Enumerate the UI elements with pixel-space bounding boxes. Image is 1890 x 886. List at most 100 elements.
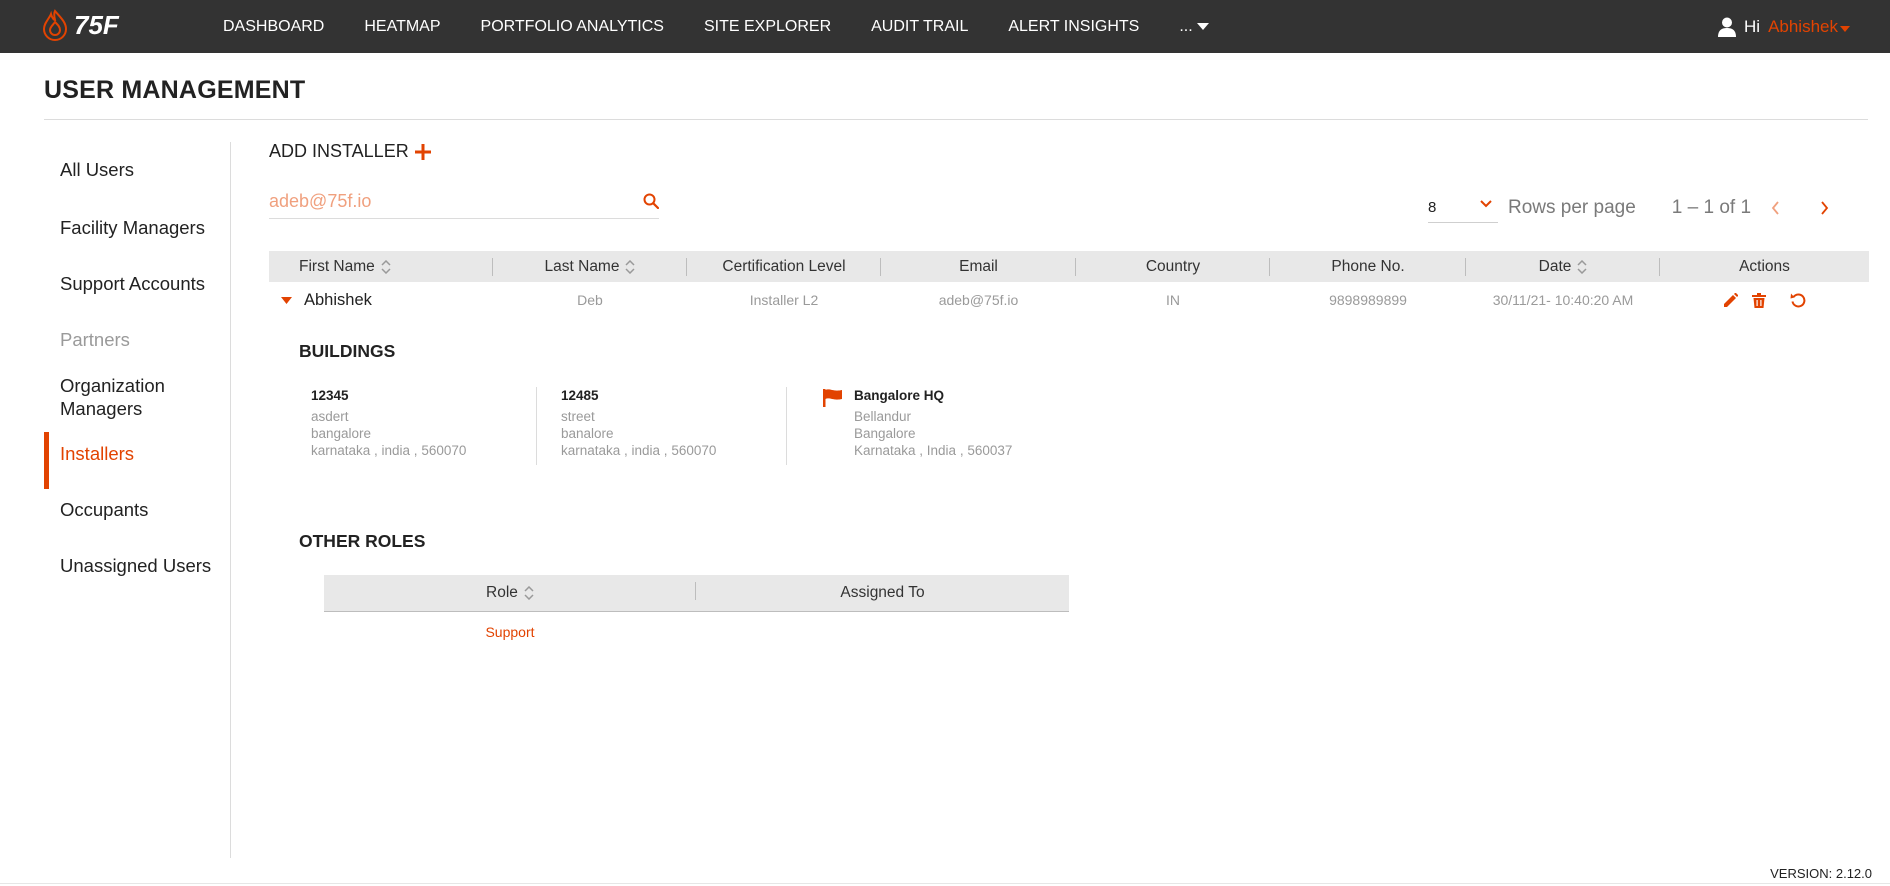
nav-site-explorer[interactable]: SITE EXPLORER [704,18,831,36]
caret-down-icon[interactable] [281,296,292,304]
flag-icon [823,389,842,407]
column-role-label: Role [486,584,518,601]
column-certification-level: Certification Level [687,251,881,282]
column-first-name[interactable]: First Name [269,251,493,282]
edit-icon[interactable] [1723,292,1738,308]
cell-last-name: Deb [577,292,603,308]
next-page-button[interactable] [1820,200,1829,215]
sort-icon [625,259,635,274]
cell-country: IN [1166,292,1180,308]
column-last-name-label: Last Name [544,257,620,275]
search-field [269,186,659,219]
column-phone: Phone No. [1270,251,1466,282]
column-country: Country [1076,251,1270,282]
sidebar-item-facility-managers[interactable]: Facility Managers [44,216,205,239]
add-installer-button[interactable]: ADD INSTALLER [269,141,431,162]
pagination: 8 Rows per page 1 – 1 of 1 [1428,192,1829,223]
building-card[interactable]: 12345 asdert bangalore karnataka , india… [311,387,537,465]
column-role[interactable]: Role [324,575,696,611]
search-icon[interactable] [643,193,659,209]
previous-page-button[interactable] [1771,200,1780,215]
building-card[interactable]: 12485 street banalore karnataka , india … [561,387,787,465]
nav-heatmap[interactable]: HEATMAP [364,18,440,36]
building-address-line: street [561,409,595,424]
column-phone-label: Phone No. [1331,257,1405,275]
nav-more-menu[interactable]: ... [1179,17,1209,36]
sidebar-item-occupants[interactable]: Occupants [44,498,148,521]
buildings-title: BUILDINGS [299,341,396,361]
building-id: 12345 [311,388,349,403]
cell-date: 30/11/21- 10:40:20 AM [1492,292,1634,308]
user-menu[interactable]: Hi Abhishek [1718,0,1850,53]
rows-per-page-value: 8 [1428,199,1437,216]
building-address-line: karnataka , india , 560070 [311,443,467,458]
sidebar-item-partners: Partners [60,329,130,350]
column-actions: Actions [1660,251,1869,282]
flame-logo-icon [42,9,68,41]
nav-portfolio-analytics[interactable]: PORTFOLIO ANALYTICS [481,18,664,36]
nav-audit-trail[interactable]: AUDIT TRAIL [871,18,968,36]
building-address-line: asdert [311,409,349,424]
logo-text: 75F [74,9,119,40]
user-icon [1718,17,1736,37]
sidebar-item-organization-managers[interactable]: Organization Managers [44,374,210,420]
chevron-down-icon [1480,200,1492,208]
column-certification-label: Certification Level [722,257,846,275]
cell-actions [1660,292,1869,308]
other-roles-title: OTHER ROLES [299,531,426,551]
chevron-right-icon [1821,200,1829,215]
building-id: 12485 [561,388,599,403]
column-assigned-to-label: Assigned To [840,584,925,601]
user-name: Abhishek [1768,16,1838,36]
logo[interactable]: 75F [42,9,119,41]
caret-down-icon [1196,22,1209,30]
building-address-line: karnataka , india , 560070 [561,443,717,458]
column-email-label: Email [959,257,998,275]
cell-assigned-to [696,622,1069,642]
rows-per-page-select[interactable]: 8 [1428,192,1498,223]
sort-icon [1577,259,1587,274]
first-name-value: Abhishek [304,290,372,309]
building-address-line: banalore [561,426,614,441]
cell-email: adeb@75f.io [938,292,1019,308]
building-address-line: Bangalore [854,426,916,441]
column-date-label: Date [1538,257,1572,275]
nav-more-label: ... [1179,17,1193,35]
title-divider [44,119,1868,120]
column-country-label: Country [1145,257,1201,275]
sidebar-item-support-accounts[interactable]: Support Accounts [44,272,205,295]
reset-icon[interactable] [1790,292,1806,308]
cell-certification: Installer L2 [749,292,819,308]
plus-icon [414,143,431,160]
building-address-line: Karnataka , India , 560037 [854,443,1013,458]
search-input[interactable] [269,186,609,216]
sidebar-item-unassigned-users[interactable]: Unassigned Users [44,554,211,577]
chevron-left-icon [1771,200,1779,215]
delete-icon[interactable] [1752,292,1766,308]
building-id: Bangalore HQ [854,388,945,403]
building-card[interactable]: Bangalore HQ Bellandur Bangalore Karnata… [854,387,1084,465]
building-address-line: Bellandur [854,409,912,424]
add-installer-label: ADD INSTALLER [269,141,409,161]
version-label: VERSION: 2.12.0 [1770,866,1872,881]
table-row: Support [324,622,1069,642]
column-last-name[interactable]: Last Name [493,251,687,282]
column-first-name-label: First Name [299,257,375,275]
building-address-line: bangalore [311,426,372,441]
table-row[interactable]: Abhishek Deb Installer L2 adeb@75f.io IN… [269,287,1869,313]
nav-alert-insights[interactable]: ALERT INSIGHTS [1008,18,1139,36]
main-nav: DASHBOARD HEATMAP PORTFOLIO ANALYTICS SI… [223,0,1209,53]
top-nav-bar: 75F DASHBOARD HEATMAP PORTFOLIO ANALYTIC… [0,0,1890,53]
column-date[interactable]: Date [1466,251,1660,282]
nav-dashboard[interactable]: DASHBOARD [223,18,324,36]
column-assigned-to: Assigned To [696,575,1069,611]
users-table-header: First Name Last Name Certification Level… [269,251,1869,282]
sidebar-divider [230,142,231,858]
sidebar-item-installers[interactable]: Installers [44,432,134,489]
sort-icon [524,586,534,600]
page-title: USER MANAGEMENT [44,76,306,104]
cell-role: Support [485,624,535,640]
sidebar-item-all-users[interactable]: All Users [44,158,134,181]
cell-phone: 9898989899 [1329,292,1407,308]
roles-table-header: Role Assigned To [324,575,1069,612]
